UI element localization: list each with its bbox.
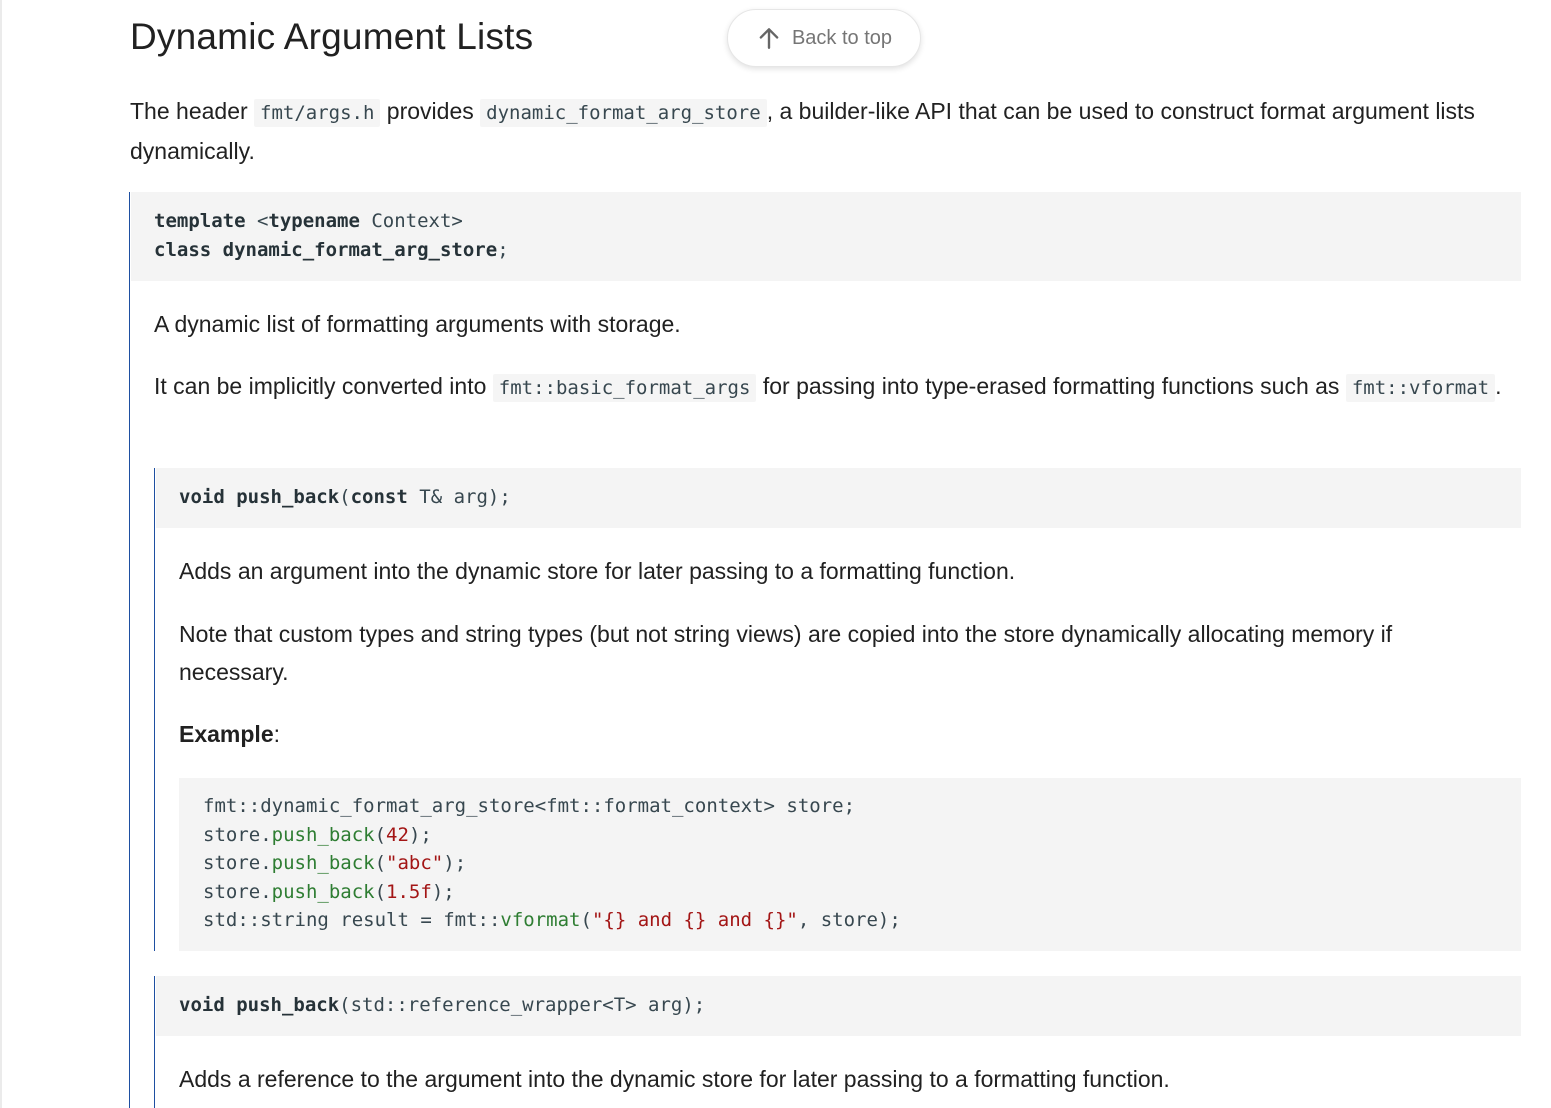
intro-text: provides [380, 98, 481, 124]
example-colon: : [273, 721, 280, 747]
keyword: void [179, 994, 225, 1016]
example-label: Example [179, 721, 274, 747]
function-name: push_back [224, 994, 340, 1016]
keyword: typename [268, 210, 360, 232]
code-text: T& arg); [407, 486, 511, 508]
class-note: It can be implicitly converted into fmt:… [154, 367, 1504, 407]
note-text: It can be implicitly converted into [154, 373, 493, 399]
intro-text: The header [130, 98, 255, 124]
code-text: store. [203, 823, 272, 846]
note-text: for passing into type-erased formatting … [756, 373, 1346, 399]
intro-paragraph: The header fmt/args.h provides dynamic_f… [130, 92, 1510, 170]
keyword: template [154, 210, 246, 232]
code-text: ( [374, 880, 387, 903]
code-line: fmt::dynamic_format_arg_store<fmt::forma… [203, 795, 856, 817]
inline-code-basic-format-args: fmt::basic_format_args [492, 374, 757, 402]
code-literal: 1.5f [386, 880, 432, 903]
code-function: push_back [271, 823, 375, 846]
code-text: ; [497, 239, 509, 261]
keyword: void [179, 486, 225, 508]
code-text: Context> [359, 210, 463, 232]
code-text: std::string result = fmt:: [203, 909, 501, 932]
code-literal: 42 [386, 823, 409, 846]
keyword: const [350, 486, 408, 508]
class-description: A dynamic list of formatting arguments w… [154, 311, 681, 337]
push-back-note: Note that custom types and string types … [179, 621, 1393, 685]
push-back-doc-block [154, 468, 155, 951]
code-text: ( [374, 852, 387, 875]
code-text: ( [374, 823, 387, 846]
left-edge-divider [0, 0, 2, 1108]
code-text: , store); [797, 909, 901, 932]
code-function: push_back [271, 880, 375, 903]
arrow-up-icon [756, 25, 782, 51]
push-back-ref-description: Adds a reference to the argument into th… [179, 1066, 1170, 1092]
code-text: store. [203, 880, 272, 903]
back-to-top-button[interactable]: Back to top [727, 9, 921, 67]
function-name: push_back [224, 486, 340, 508]
keyword: class [154, 239, 212, 261]
code-text: ( [339, 486, 351, 508]
code-text: < [245, 210, 269, 232]
class-name: dynamic_format_arg_store [211, 239, 498, 261]
class-signature: template <typename Context> class dynami… [131, 192, 1521, 281]
inline-code-header: fmt/args.h [254, 99, 381, 127]
push-back-signature: void push_back(const T& arg); [156, 468, 1521, 528]
code-text: (std::reference_wrapper<T> arg); [339, 994, 706, 1016]
example-heading: Example: [179, 715, 280, 753]
back-to-top-label: Back to top [791, 26, 893, 49]
code-literal: "abc" [386, 852, 444, 875]
code-function: vformat [500, 909, 581, 932]
push-back-ref-signature: void push_back(std::reference_wrapper<T>… [156, 976, 1521, 1036]
inline-code-vformat: fmt::vformat [1345, 374, 1496, 402]
code-text: ( [580, 909, 592, 932]
page-title: Dynamic Argument Lists [130, 16, 534, 57]
push-back-description: Adds an argument into the dynamic store … [179, 558, 1016, 584]
code-text: ); [431, 880, 455, 903]
code-function: push_back [271, 852, 375, 875]
code-literal: "{} and {} and {}" [591, 909, 798, 932]
example-code-block: fmt::dynamic_format_arg_store<fmt::forma… [179, 778, 1521, 951]
code-text: store. [203, 852, 272, 875]
note-text: . [1495, 373, 1502, 399]
code-text: ); [408, 823, 432, 846]
push-back-ref-doc-block [154, 976, 155, 1108]
inline-code-class: dynamic_format_arg_store [480, 99, 767, 127]
code-text: ); [443, 852, 467, 875]
